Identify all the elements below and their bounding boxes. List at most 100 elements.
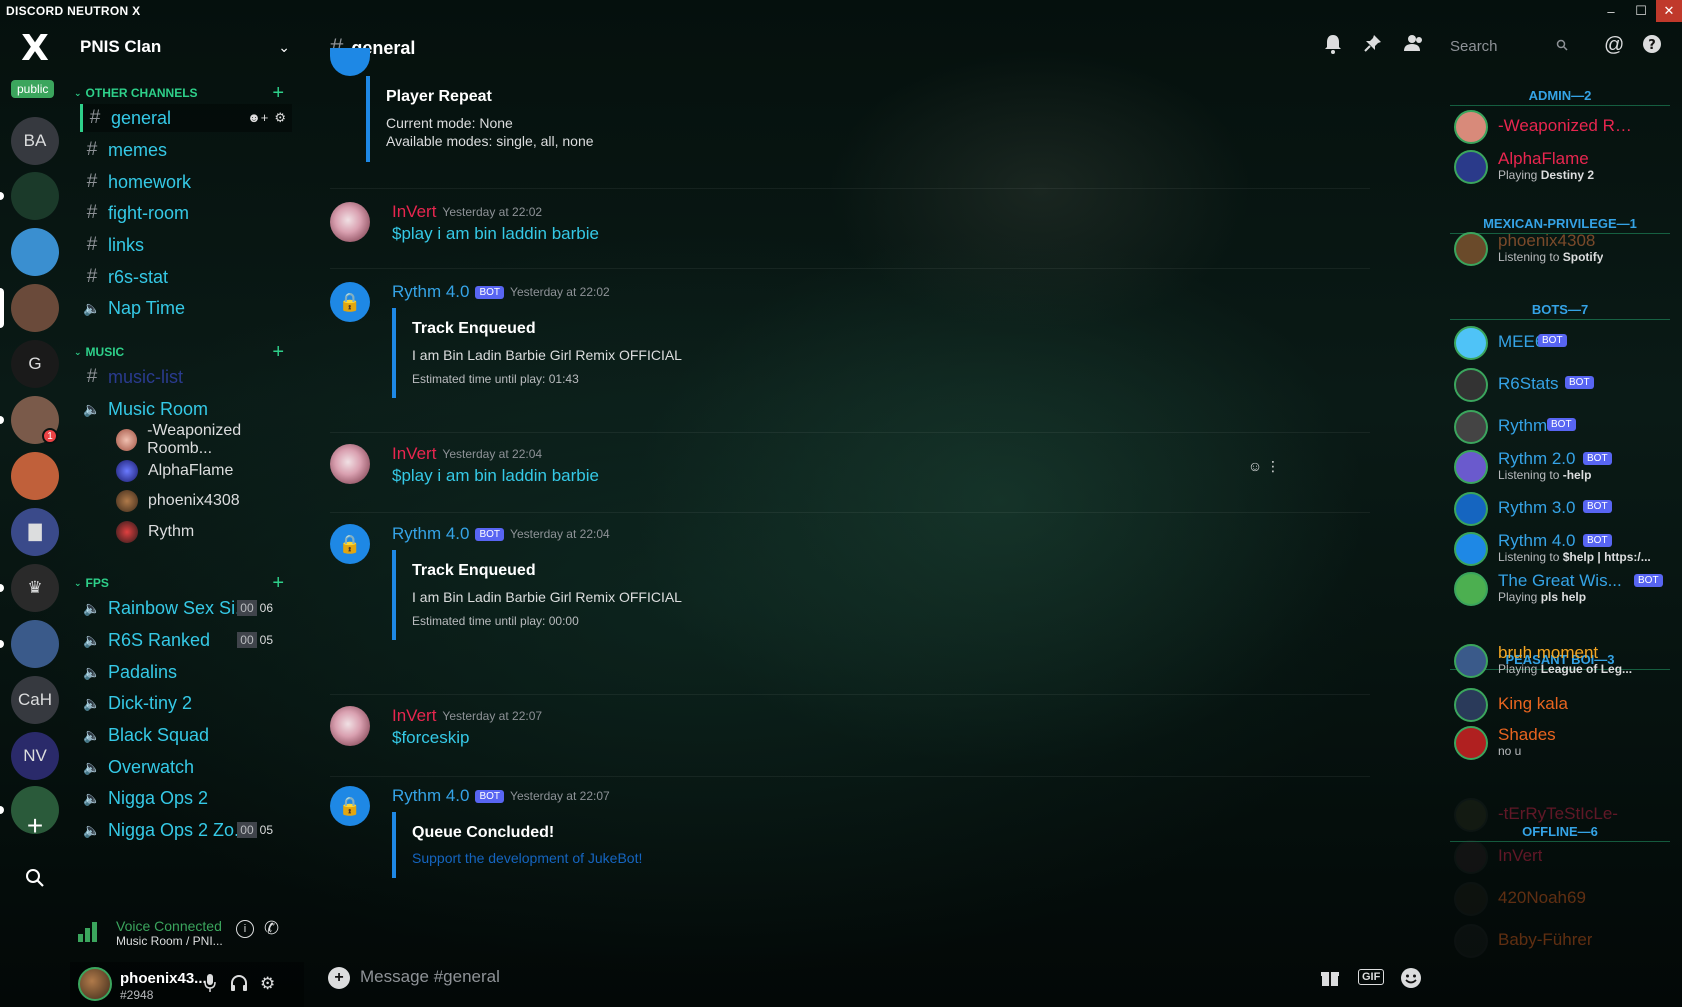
member-item[interactable]: -tErRyTeStIcLe- (1454, 796, 1674, 834)
add-channel-icon[interactable]: + (272, 572, 284, 595)
member-item[interactable]: R6Stats BOT (1454, 366, 1674, 404)
message-author[interactable]: InVert (392, 706, 436, 726)
category-other-channels[interactable]: ⌄ OTHER CHANNELS + (74, 82, 294, 105)
emoji-icon[interactable] (1400, 967, 1422, 994)
close-button[interactable]: ✕ (1656, 0, 1682, 22)
channel-item[interactable]: 🔈 Padalins (80, 658, 292, 686)
chevron-down-icon[interactable]: ⌄ (278, 39, 290, 56)
server-icon[interactable]: G (11, 340, 59, 388)
channel-item[interactable]: 🔈 R6S Ranked 00 05 (80, 626, 292, 654)
member-item[interactable]: InVert (1454, 838, 1674, 876)
gear-icon[interactable]: ⚙ (260, 974, 275, 994)
server-icon[interactable]: CaH (11, 676, 59, 724)
microphone-icon[interactable] (204, 974, 216, 997)
disconnect-icon[interactable]: ✆ (264, 918, 279, 939)
avatar[interactable]: 🔒 (330, 524, 370, 564)
server-icon[interactable] (11, 228, 59, 276)
avatar[interactable]: 🔒 (330, 282, 370, 322)
search-input[interactable]: Search (1444, 34, 1574, 58)
invite-icon[interactable]: ☻+ (247, 110, 268, 126)
embed-link[interactable]: Support the development of JukeBot! (412, 850, 898, 866)
upload-button[interactable]: + (328, 967, 350, 989)
member-item[interactable]: MEE6 BOT (1454, 324, 1674, 362)
channel-item[interactable]: 🔈 Nigga Ops 2 (80, 784, 292, 812)
help-icon[interactable]: ? (1642, 34, 1662, 59)
member-item[interactable]: -Weaponized Roo... (1454, 108, 1674, 146)
voice-user[interactable]: -Weaponized Roomb... (116, 422, 304, 457)
member-item[interactable]: AlphaFlame Playing Destiny 2 (1454, 148, 1674, 186)
server-icon[interactable] (11, 452, 59, 500)
avatar[interactable] (330, 48, 370, 76)
server-icon[interactable] (11, 172, 59, 220)
headphones-icon[interactable] (230, 974, 248, 997)
channel-item[interactable]: 🔈 Black Squad (80, 721, 292, 749)
info-icon[interactable]: i (236, 920, 254, 938)
member-item[interactable]: bruh moment Playing League of Leg... (1454, 642, 1674, 680)
voice-user[interactable]: AlphaFlame (116, 458, 233, 484)
channel-item[interactable]: 🔈 Music Room (80, 395, 292, 423)
member-item[interactable]: Rythm 3.0 BOT (1454, 490, 1674, 528)
server-icon[interactable]: ♛ (11, 564, 59, 612)
member-item[interactable]: King kala (1454, 686, 1674, 724)
gift-icon[interactable] (1320, 967, 1340, 992)
channel-item[interactable]: 🔈 Nap Time (80, 294, 292, 322)
channel-item[interactable]: # music-list (80, 363, 292, 391)
message-author[interactable]: Rythm 4.0 (392, 282, 469, 302)
channel-item[interactable]: 🔈 Rainbow Sex Si... 00 06 (80, 594, 292, 622)
avatar[interactable] (330, 706, 370, 746)
add-channel-icon[interactable]: + (272, 341, 284, 364)
member-item[interactable]: Rythm 4.0 BOT Listening to $help | https:/… (1454, 530, 1674, 568)
channel-item[interactable]: # memes (80, 136, 292, 164)
message-author[interactable]: InVert (392, 202, 436, 222)
avatar[interactable]: 🔒 (330, 786, 370, 826)
add-reaction-icon[interactable]: ☺ ⋮ (1248, 458, 1280, 475)
gear-icon[interactable]: ⚙ (274, 110, 286, 126)
message-author[interactable]: InVert (392, 444, 436, 464)
server-icon[interactable]: BA (11, 117, 59, 165)
svg-text:?: ? (1648, 38, 1656, 53)
channel-item[interactable]: # general ☻+ ⚙ (80, 104, 292, 132)
server-icon[interactable]: NV (11, 732, 59, 780)
search-icon[interactable] (11, 854, 59, 902)
member-item[interactable]: phoenix4308 Listening to Spotify (1454, 230, 1674, 268)
server-icon[interactable] (11, 284, 59, 332)
channel-item[interactable]: 🔈 Overwatch (80, 753, 292, 781)
voice-user[interactable]: Rythm (116, 519, 194, 545)
voice-status[interactable]: Voice Connected (116, 918, 222, 934)
channel-item[interactable]: # r6s-stat (80, 263, 292, 291)
minimize-button[interactable]: – (1596, 0, 1626, 22)
app-logo[interactable]: X (16, 30, 54, 68)
server-header[interactable]: PNIS Clan ⌄ (80, 34, 290, 60)
voice-location[interactable]: Music Room / PNI... (116, 934, 223, 948)
avatar[interactable] (330, 202, 370, 242)
pin-icon[interactable] (1364, 34, 1382, 57)
member-item[interactable]: The Great Wis... BOT Playing pls help (1454, 570, 1674, 608)
voice-user[interactable]: phoenix4308 (116, 488, 240, 514)
avatar[interactable] (330, 444, 370, 484)
channel-item[interactable]: # fight-room (80, 199, 292, 227)
member-item[interactable]: 420Noah69 (1454, 880, 1674, 918)
server-icon[interactable] (11, 620, 59, 668)
channel-item[interactable]: 🔈 Nigga Ops 2 Zo... 00 05 (80, 816, 292, 844)
add-channel-icon[interactable]: + (272, 82, 284, 105)
gif-button[interactable]: GIF (1358, 969, 1385, 985)
channel-item[interactable]: 🔈 Dick-tiny 2 (80, 689, 292, 717)
category-fps[interactable]: ⌄ FPS + (74, 572, 294, 595)
channel-item[interactable]: # homework (80, 168, 292, 196)
add-server-button[interactable]: + (11, 802, 59, 850)
bell-icon[interactable] (1324, 34, 1342, 59)
server-icon[interactable]: ▇ (11, 508, 59, 556)
channel-item[interactable]: # links (80, 231, 292, 259)
members-icon[interactable] (1402, 34, 1424, 57)
member-item[interactable]: Baby-Führer (1454, 922, 1674, 960)
mention-icon[interactable]: @ (1604, 34, 1624, 57)
category-music[interactable]: ⌄ MUSIC + (74, 341, 294, 364)
maximize-button[interactable]: ☐ (1626, 0, 1656, 22)
message-input[interactable]: Message #general (360, 967, 500, 987)
avatar[interactable] (78, 967, 112, 1001)
message-author[interactable]: Rythm 4.0 (392, 786, 469, 806)
member-item[interactable]: Shades no u (1454, 724, 1674, 762)
member-item[interactable]: Rythm 2.0 BOT Listening to -help (1454, 448, 1674, 486)
message-author[interactable]: Rythm 4.0 (392, 524, 469, 544)
member-item[interactable]: Rythm BOT (1454, 408, 1674, 446)
